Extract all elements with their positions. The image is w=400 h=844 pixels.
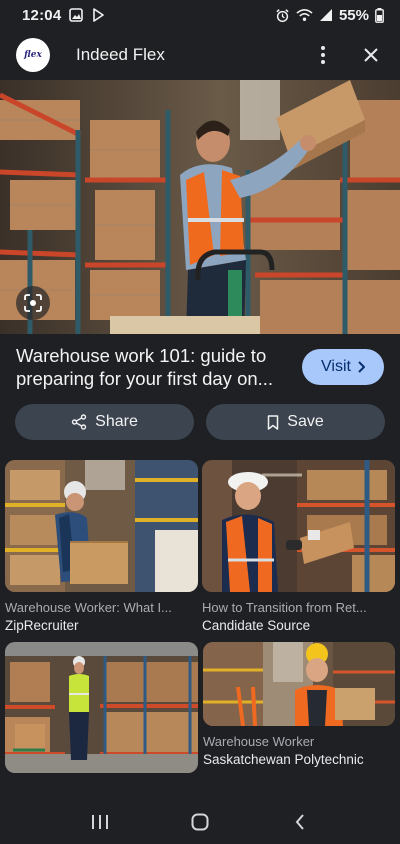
bookmark-icon [268, 414, 279, 430]
site-logo: flex [16, 38, 50, 72]
status-time: 12:04 [22, 6, 62, 24]
back-icon [295, 814, 304, 830]
back-button[interactable] [280, 804, 320, 840]
warehouse-aisle-photo [5, 642, 198, 773]
recent-apps-button[interactable] [80, 804, 120, 840]
visit-button[interactable]: Visit [302, 349, 384, 385]
related-image-card[interactable] [5, 642, 198, 773]
result-title-row: Warehouse work 101: guide to preparing f… [0, 334, 400, 400]
related-image-source: Candidate Source [202, 618, 311, 633]
hero-image[interactable] [0, 80, 400, 334]
candidate-source-photo [202, 460, 395, 592]
related-image-title: Warehouse Worker [203, 734, 315, 749]
home-button[interactable] [180, 804, 220, 840]
google-lens-icon [24, 294, 42, 312]
play-notification-icon [91, 8, 105, 22]
system-nav-bar [0, 800, 400, 844]
action-row: Share Save [15, 404, 385, 440]
signal-icon [319, 8, 333, 22]
close-icon [364, 48, 378, 62]
logo-text: flex [24, 50, 42, 60]
site-name: Indeed Flex [76, 45, 165, 64]
recent-apps-icon [92, 815, 108, 829]
alarm-icon [275, 8, 290, 23]
warehouse-worker-photo [0, 80, 400, 334]
google-lens-button[interactable] [16, 286, 50, 320]
home-icon [191, 813, 209, 831]
close-button[interactable] [358, 42, 384, 68]
wifi-icon [296, 8, 313, 22]
related-image-card[interactable]: How to Transition from Ret... Candidate … [202, 460, 395, 633]
sheet-header: flex Indeed Flex [0, 30, 400, 80]
ziprecruiter-photo [5, 460, 198, 592]
more-options-button[interactable] [310, 42, 336, 68]
visit-label: Visit [321, 358, 351, 375]
related-image-thumb[interactable] [5, 642, 198, 773]
share-label: Share [95, 413, 138, 430]
related-image-title: Warehouse Worker: What I... [5, 600, 172, 615]
share-icon [71, 414, 87, 430]
related-image-title: How to Transition from Ret... [202, 600, 367, 615]
related-image-source: Saskatchewan Polytechnic [203, 752, 364, 767]
related-image-card[interactable]: Warehouse Worker: What I... ZipRecruiter [5, 460, 198, 633]
status-bar: 12:04 55% [0, 0, 400, 30]
battery-icon [375, 7, 384, 23]
page-title[interactable]: Warehouse work 101: guide to preparing f… [16, 344, 288, 390]
related-image-thumb[interactable] [202, 460, 395, 592]
related-image-source: ZipRecruiter [5, 618, 79, 633]
share-button[interactable]: Share [15, 404, 194, 440]
related-image-thumb[interactable] [5, 460, 198, 592]
saskatchewan-polytechnic-photo [203, 642, 395, 726]
related-image-card[interactable]: Warehouse Worker Saskatchewan Polytechni… [203, 642, 395, 767]
related-image-thumb[interactable] [203, 642, 395, 726]
more-vert-icon [321, 46, 325, 64]
chevron-right-icon [358, 361, 365, 373]
gallery-notification-icon [69, 8, 84, 22]
save-button[interactable]: Save [206, 404, 385, 440]
save-label: Save [287, 413, 324, 430]
battery-level: 55% [338, 6, 369, 24]
